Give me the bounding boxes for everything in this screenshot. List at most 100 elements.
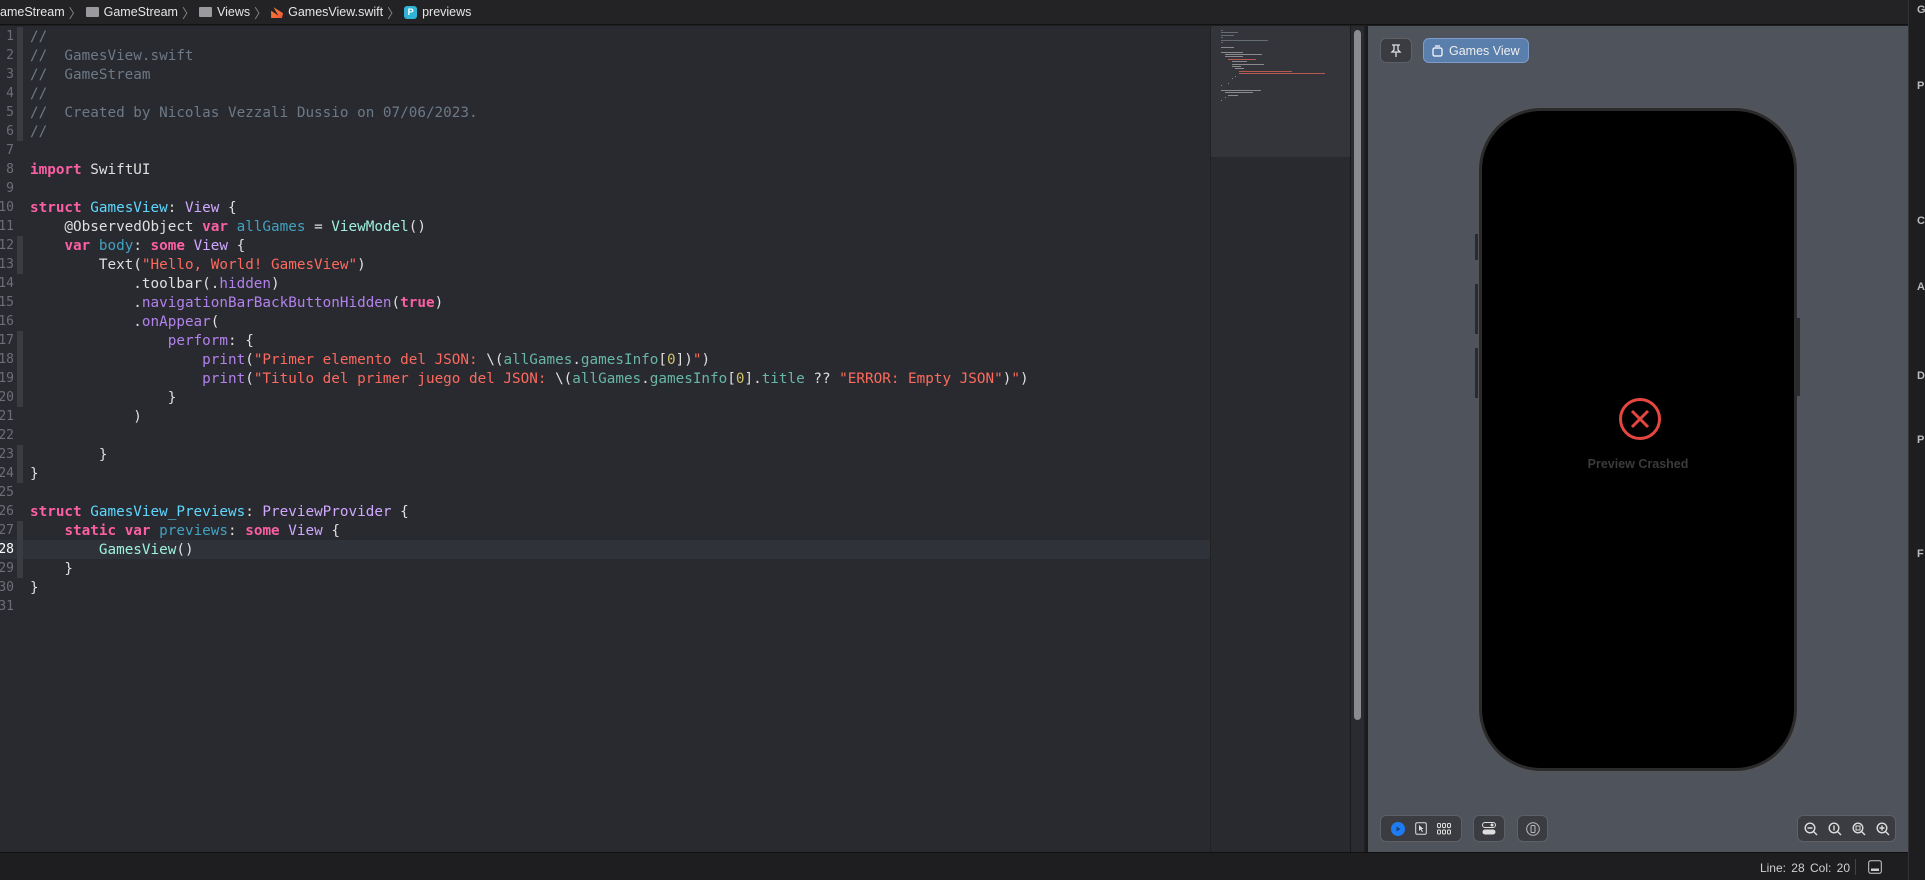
code-line[interactable]: 20 }	[0, 388, 1210, 407]
code-line[interactable]: 24}	[0, 464, 1210, 483]
code-line[interactable]: 7	[0, 141, 1210, 160]
code-line[interactable]: 9	[0, 179, 1210, 198]
code-line[interactable]: 6 //	[0, 122, 1210, 141]
pin-button[interactable]	[1380, 38, 1412, 63]
code-line[interactable]: 3 // GameStream	[0, 65, 1210, 84]
code-editor[interactable]: 1//2// GamesView.swift 3// GameStream 4//5…	[0, 26, 1210, 852]
games-view-button[interactable]: Games View	[1423, 38, 1529, 63]
code-token: some	[150, 237, 185, 254]
code-line[interactable]: 18 print("Primer elemento del JSON: \(al…	[0, 350, 1210, 369]
code-fold-ribbon[interactable]	[17, 540, 23, 559]
code-token: {	[219, 199, 237, 216]
breadcrumb-symbol[interactable]: Ppreviews	[404, 5, 471, 19]
code-line[interactable]: 10 struct GamesView: View {	[0, 198, 1210, 217]
code-fold-ribbon[interactable]	[17, 65, 23, 84]
code-line[interactable]: 13 Text("Hello, World! GamesView")	[0, 255, 1210, 274]
code-fold-ribbon[interactable]	[17, 293, 23, 312]
minimap-line	[1224, 92, 1254, 94]
editor-scrollbar[interactable]	[1350, 26, 1364, 852]
zoom-actual-size-icon[interactable]	[1827, 821, 1842, 836]
device-settings-button[interactable]	[1473, 815, 1505, 842]
breadcrumb-group-views[interactable]: Views	[198, 5, 250, 19]
code-line[interactable]: 28 GamesView()	[0, 540, 1210, 559]
code-fold-ribbon[interactable]	[17, 27, 23, 46]
code-line[interactable]: 29 }	[0, 559, 1210, 578]
code-fold-ribbon[interactable]	[17, 122, 23, 141]
code-fold-ribbon[interactable]	[17, 160, 23, 179]
code-fold-ribbon[interactable]	[17, 217, 23, 236]
code-fold-ribbon[interactable]	[17, 350, 23, 369]
live-play-icon[interactable]	[1391, 821, 1405, 836]
code-fold-ribbon[interactable]	[17, 274, 23, 293]
line-number: 18	[0, 352, 14, 367]
code-line[interactable]: 12 var body: some View {	[0, 236, 1210, 255]
code-fold-ribbon[interactable]	[17, 46, 23, 65]
code-fold-ribbon[interactable]	[17, 559, 23, 578]
code-fold-ribbon[interactable]	[17, 502, 23, 521]
code-fold-ribbon[interactable]	[17, 255, 23, 274]
code-line[interactable]: 14 .toolbar(.hidden)	[0, 274, 1210, 293]
code-line[interactable]: 19 print("Titulo del primer juego del JS…	[0, 369, 1210, 388]
code-line[interactable]: 22	[0, 426, 1210, 445]
chevron-right-icon: 〉	[68, 5, 82, 21]
folder-icon	[85, 7, 99, 17]
selectable-mode-icon[interactable]	[1415, 822, 1427, 835]
code-line[interactable]: 1 //	[0, 27, 1210, 46]
code-fold-ribbon[interactable]	[17, 483, 23, 502]
code-fold-ribbon[interactable]	[17, 84, 23, 103]
code-line[interactable]: 8 import SwiftUI	[0, 160, 1210, 179]
scrollbar-thumb[interactable]	[1354, 30, 1361, 720]
code-line[interactable]: 15 .navigationBarBackButtonHidden(true)	[0, 293, 1210, 312]
code-text: print("Titulo del primer juego del JSON:…	[30, 371, 1028, 387]
code-line[interactable]: 26 struct GamesView_Previews: PreviewProv…	[0, 502, 1210, 521]
code-fold-ribbon[interactable]	[17, 141, 23, 160]
code-line[interactable]: 21 )	[0, 407, 1210, 426]
code-fold-ribbon[interactable]	[17, 578, 23, 597]
line-number: 11	[0, 219, 14, 234]
zoom-in-icon[interactable]	[1875, 821, 1890, 836]
code-fold-ribbon[interactable]	[17, 236, 23, 255]
code-fold-ribbon[interactable]	[17, 369, 23, 388]
code-line[interactable]: 17 perform: {	[0, 331, 1210, 350]
code-fold-ribbon[interactable]	[17, 331, 23, 350]
code-fold-ribbon[interactable]	[17, 198, 23, 217]
code-line[interactable]: 4 //	[0, 84, 1210, 103]
code-fold-ribbon[interactable]	[17, 521, 23, 540]
code-fold-ribbon[interactable]	[17, 179, 23, 198]
code-token: :	[228, 522, 246, 539]
code-line[interactable]: 25	[0, 483, 1210, 502]
code-line[interactable]: 27 static var previews: some View {	[0, 521, 1210, 540]
device-picker-button[interactable]	[1517, 815, 1548, 842]
code-token: View	[184, 199, 220, 216]
zoom-out-icon[interactable]	[1803, 821, 1818, 836]
code-fold-ribbon[interactable]	[17, 388, 23, 407]
code-line[interactable]: 2 // GamesView.swift	[0, 46, 1210, 65]
code-fold-ribbon[interactable]	[17, 426, 23, 445]
code-line[interactable]: 31	[0, 597, 1210, 616]
code-fold-ribbon[interactable]	[17, 445, 23, 464]
minimap[interactable]	[1210, 26, 1351, 852]
code-line[interactable]: 23 }	[0, 445, 1210, 464]
zoom-to-fit-icon[interactable]	[1851, 821, 1866, 836]
breadcrumb-file[interactable]: GamesView.swift	[271, 5, 383, 19]
code-text: struct GamesView_Previews: PreviewProvid…	[30, 504, 409, 520]
code-line[interactable]: 30}	[0, 578, 1210, 597]
toggle-debug-area-icon[interactable]	[1868, 860, 1882, 874]
code-line[interactable]: 11 @ObservedObject var allGames = ViewMo…	[0, 217, 1210, 236]
code-token: {	[228, 237, 246, 254]
chevron-right-icon: 〉	[387, 5, 401, 21]
line-number: 17	[0, 333, 14, 348]
line-number: 24	[0, 466, 14, 481]
code-fold-ribbon[interactable]	[17, 407, 23, 426]
code-line[interactable]: 16 .onAppear(	[0, 312, 1210, 331]
code-fold-ribbon[interactable]	[17, 597, 23, 616]
code-fold-ribbon[interactable]	[17, 103, 23, 122]
breadcrumb-project[interactable]: ameStream	[0, 5, 65, 19]
code-line[interactable]: 5 // Created by Nicolas Vezzali Dussio on…	[0, 103, 1210, 122]
code-fold-ribbon[interactable]	[17, 312, 23, 331]
breadcrumb-group-gamestream[interactable]: GameStream	[85, 5, 178, 19]
code-token: ()	[176, 541, 194, 558]
variants-grid-icon[interactable]	[1437, 822, 1451, 835]
code-fold-ribbon[interactable]	[17, 464, 23, 483]
